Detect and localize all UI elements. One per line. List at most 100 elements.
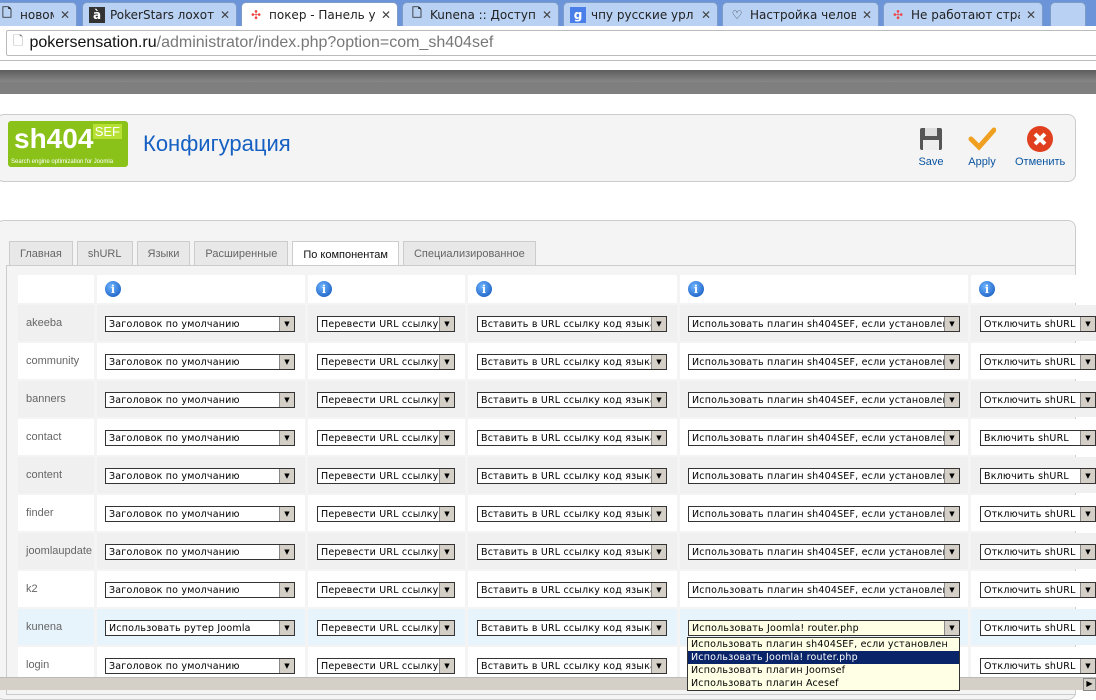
- option-select[interactable]: Включить shURL ▼: [980, 468, 1096, 484]
- option-select[interactable]: Заголовок по умолчанию ▼: [105, 658, 295, 674]
- browser-tab[interactable]: 🗋 новом акка ✕: [0, 2, 77, 26]
- info-icon[interactable]: i: [316, 281, 332, 297]
- chevron-down-icon[interactable]: ▼: [279, 431, 294, 445]
- option-select[interactable]: Заголовок по умолчанию ▼: [105, 354, 295, 370]
- chevron-down-icon[interactable]: ▼: [1080, 469, 1095, 483]
- info-icon[interactable]: i: [105, 281, 121, 297]
- chevron-down-icon[interactable]: ▼: [439, 317, 454, 331]
- option-select[interactable]: Использовать рутер Joomla ▼: [105, 620, 295, 636]
- option-select[interactable]: Вставить в URL ссылку код языка ▼: [477, 620, 667, 636]
- option-select[interactable]: Использовать плагин sh404SEF, если устан…: [688, 506, 960, 522]
- chevron-down-icon[interactable]: ▼: [944, 317, 959, 331]
- chevron-down-icon[interactable]: ▼: [279, 545, 294, 559]
- chevron-down-icon[interactable]: ▼: [1080, 431, 1095, 445]
- chevron-down-icon[interactable]: ▼: [651, 393, 666, 407]
- browser-tab[interactable]: ✣ покер - Панель упра ✕: [241, 2, 398, 26]
- option-select[interactable]: Перевести URL ссылку ▼: [317, 430, 455, 446]
- chevron-down-icon[interactable]: ▼: [439, 659, 454, 673]
- browser-tab[interactable]: 🗋 Kunena :: Доступ за ✕: [402, 2, 559, 26]
- dropdown-option[interactable]: Использовать Joomla! router.php: [688, 651, 959, 664]
- chevron-down-icon[interactable]: ▼: [944, 583, 959, 597]
- close-tab-icon[interactable]: ✕: [542, 8, 552, 22]
- option-select[interactable]: Вставить в URL ссылку код языка ▼: [477, 316, 667, 332]
- option-select[interactable]: Заголовок по умолчанию ▼: [105, 544, 295, 560]
- close-tab-icon[interactable]: ✕: [220, 8, 230, 22]
- option-select[interactable]: Включить shURL ▼: [980, 430, 1096, 446]
- option-select[interactable]: Перевести URL ссылку ▼: [317, 620, 455, 636]
- tab-3[interactable]: Расширенные: [194, 241, 289, 265]
- option-select[interactable]: Отключить shURL ▼: [980, 544, 1096, 560]
- dropdown-option[interactable]: Использовать плагин Acesef: [688, 677, 959, 690]
- browser-tab[interactable]: ✣ Не работают страни ✕: [883, 2, 1043, 26]
- tab-4[interactable]: По компонентам: [292, 241, 399, 267]
- tab-2[interactable]: Языки: [136, 241, 191, 265]
- chevron-down-icon[interactable]: ▼: [439, 545, 454, 559]
- info-icon[interactable]: i: [979, 281, 995, 297]
- cancel-button[interactable]: Отменить: [1015, 125, 1065, 168]
- option-select[interactable]: Заголовок по умолчанию ▼: [105, 506, 295, 522]
- dropdown-option[interactable]: Использовать плагин Joomsef: [688, 664, 959, 677]
- info-icon[interactable]: i: [476, 281, 492, 297]
- dropdown-option[interactable]: Использовать плагин sh404SEF, если устан…: [688, 638, 959, 651]
- option-select[interactable]: Использовать плагин sh404SEF, если устан…: [688, 392, 960, 408]
- option-select[interactable]: Заголовок по умолчанию ▼: [105, 582, 295, 598]
- option-select[interactable]: Использовать плагин sh404SEF, если устан…: [688, 354, 960, 370]
- option-select[interactable]: Вставить в URL ссылку код языка ▼: [477, 582, 667, 598]
- option-select[interactable]: Вставить в URL ссылку код языка ▼: [477, 506, 667, 522]
- option-select[interactable]: Отключить shURL ▼: [980, 506, 1096, 522]
- option-select[interactable]: Использовать плагин sh404SEF, если устан…: [688, 544, 960, 560]
- chevron-down-icon[interactable]: ▼: [944, 545, 959, 559]
- chevron-down-icon[interactable]: ▼: [439, 431, 454, 445]
- browser-tab[interactable]: à PokerStars лохотрон ✕: [82, 2, 237, 26]
- option-select[interactable]: Вставить в URL ссылку код языка ▼: [477, 468, 667, 484]
- option-select[interactable]: Отключить shURL ▼: [980, 392, 1096, 408]
- close-tab-icon[interactable]: ✕: [60, 8, 70, 22]
- chevron-down-icon[interactable]: ▼: [1080, 317, 1095, 331]
- new-tab-button[interactable]: [1050, 2, 1086, 26]
- option-select[interactable]: Перевести URL ссылку ▼: [317, 582, 455, 598]
- chevron-down-icon[interactable]: ▼: [1080, 393, 1095, 407]
- chevron-down-icon[interactable]: ▼: [651, 469, 666, 483]
- option-select[interactable]: Заголовок по умолчанию ▼: [105, 468, 295, 484]
- option-select[interactable]: Перевести URL ссылку ▼: [317, 658, 455, 674]
- option-select[interactable]: Вставить в URL ссылку код языка ▼: [477, 392, 667, 408]
- option-select[interactable]: Заголовок по умолчанию ▼: [105, 392, 295, 408]
- option-select[interactable]: Вставить в URL ссылку код языка ▼: [477, 544, 667, 560]
- option-select[interactable]: Использовать плагин sh404SEF, если устан…: [688, 430, 960, 446]
- browser-tab[interactable]: ♡ Настройка человекс ✕: [722, 2, 879, 26]
- chevron-down-icon[interactable]: ▼: [944, 431, 959, 445]
- tab-5[interactable]: Специализированное: [402, 241, 536, 265]
- chevron-down-icon[interactable]: ▼: [439, 355, 454, 369]
- save-button[interactable]: Save: [917, 125, 945, 168]
- url-input[interactable]: 🗋 pokersensation.ru/administrator/index.…: [6, 30, 1096, 56]
- chevron-down-icon[interactable]: ▼: [1080, 545, 1095, 559]
- browser-tab[interactable]: g чпу русские урл - По ✕: [563, 2, 718, 26]
- option-select[interactable]: Перевести URL ссылку ▼: [317, 544, 455, 560]
- chevron-down-icon[interactable]: ▼: [279, 507, 294, 521]
- close-tab-icon[interactable]: ✕: [1026, 8, 1036, 22]
- chevron-down-icon[interactable]: ▼: [651, 659, 666, 673]
- scroll-right-arrow[interactable]: ▶: [1083, 678, 1096, 691]
- chevron-down-icon[interactable]: ▼: [651, 317, 666, 331]
- info-icon[interactable]: i: [688, 281, 704, 297]
- chevron-down-icon[interactable]: ▼: [651, 507, 666, 521]
- option-select[interactable]: Отключить shURL ▼: [980, 658, 1096, 674]
- chevron-down-icon[interactable]: ▼: [279, 393, 294, 407]
- chevron-down-icon[interactable]: ▼: [944, 393, 959, 407]
- option-select[interactable]: Отключить shURL ▼: [980, 316, 1096, 332]
- chevron-down-icon[interactable]: ▼: [439, 469, 454, 483]
- option-select[interactable]: Заголовок по умолчанию ▼: [105, 316, 295, 332]
- chevron-down-icon[interactable]: ▼: [439, 621, 454, 635]
- chevron-down-icon[interactable]: ▼: [944, 621, 959, 635]
- option-select[interactable]: Отключить shURL ▼: [980, 620, 1096, 636]
- option-select[interactable]: Использовать плагин sh404SEF, если устан…: [688, 582, 960, 598]
- chevron-down-icon[interactable]: ▼: [1080, 355, 1095, 369]
- option-select[interactable]: Перевести URL ссылку ▼: [317, 392, 455, 408]
- chevron-down-icon[interactable]: ▼: [651, 355, 666, 369]
- chevron-down-icon[interactable]: ▼: [944, 355, 959, 369]
- chevron-down-icon[interactable]: ▼: [1080, 507, 1095, 521]
- option-select[interactable]: Использовать плагин sh404SEF, если устан…: [688, 468, 960, 484]
- close-tab-icon[interactable]: ✕: [862, 8, 872, 22]
- chevron-down-icon[interactable]: ▼: [439, 507, 454, 521]
- chevron-down-icon[interactable]: ▼: [651, 431, 666, 445]
